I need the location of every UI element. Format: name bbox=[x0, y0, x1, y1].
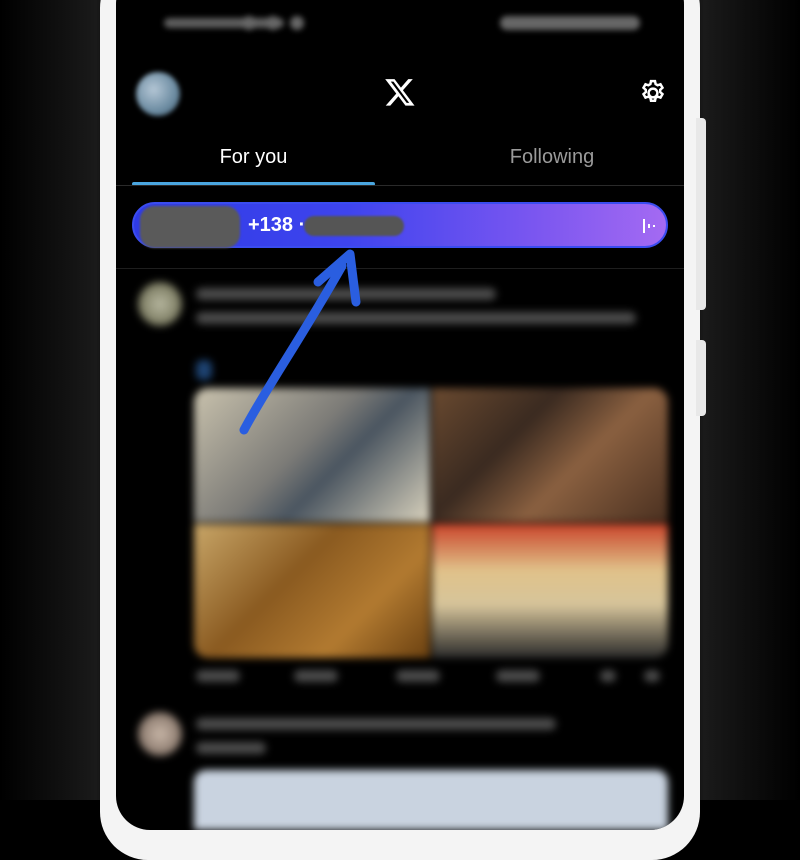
waveform-icon[interactable] bbox=[642, 217, 660, 235]
post-tag bbox=[196, 360, 212, 380]
media-image[interactable] bbox=[432, 524, 668, 658]
post-author-line bbox=[196, 718, 556, 730]
post-media[interactable] bbox=[194, 770, 668, 830]
new-posts-pill[interactable]: +138 · bbox=[132, 202, 668, 248]
bookmark-action[interactable] bbox=[600, 670, 616, 682]
redacted-label bbox=[304, 216, 404, 236]
like-action[interactable] bbox=[396, 670, 440, 682]
redacted-avatars bbox=[140, 206, 240, 248]
tabs-divider bbox=[116, 185, 684, 186]
timeline-tabs: For you Following bbox=[132, 138, 684, 186]
x-logo-icon[interactable] bbox=[384, 76, 416, 108]
status-icon bbox=[242, 16, 256, 30]
tab-for-you[interactable]: For you bbox=[132, 138, 375, 182]
status-right-icons bbox=[500, 16, 640, 30]
feed-divider bbox=[116, 268, 684, 269]
post-media-grid[interactable] bbox=[194, 388, 668, 658]
media-image[interactable] bbox=[194, 524, 430, 658]
phone-screen: For you Following +138 · bbox=[116, 0, 684, 830]
new-posts-count: +138 · bbox=[248, 214, 306, 236]
post-author-line bbox=[196, 288, 496, 300]
post-text-line bbox=[196, 312, 636, 324]
post-text-line bbox=[196, 742, 266, 754]
tab-following[interactable]: Following bbox=[408, 138, 684, 182]
repost-action[interactable] bbox=[294, 670, 338, 682]
views-action[interactable] bbox=[496, 670, 540, 682]
side-button-lower bbox=[696, 340, 706, 416]
status-bar bbox=[116, 14, 684, 36]
share-action[interactable] bbox=[644, 670, 660, 682]
media-image[interactable] bbox=[194, 388, 430, 522]
gear-icon[interactable] bbox=[638, 78, 668, 108]
status-icon bbox=[266, 16, 280, 30]
status-icon bbox=[290, 16, 304, 30]
profile-avatar[interactable] bbox=[136, 72, 180, 116]
side-button-upper bbox=[696, 118, 706, 310]
media-image[interactable] bbox=[432, 388, 668, 522]
post-author-avatar bbox=[138, 282, 182, 326]
post-actions bbox=[196, 670, 666, 684]
reply-action[interactable] bbox=[196, 670, 240, 682]
post-author-avatar bbox=[138, 712, 182, 756]
